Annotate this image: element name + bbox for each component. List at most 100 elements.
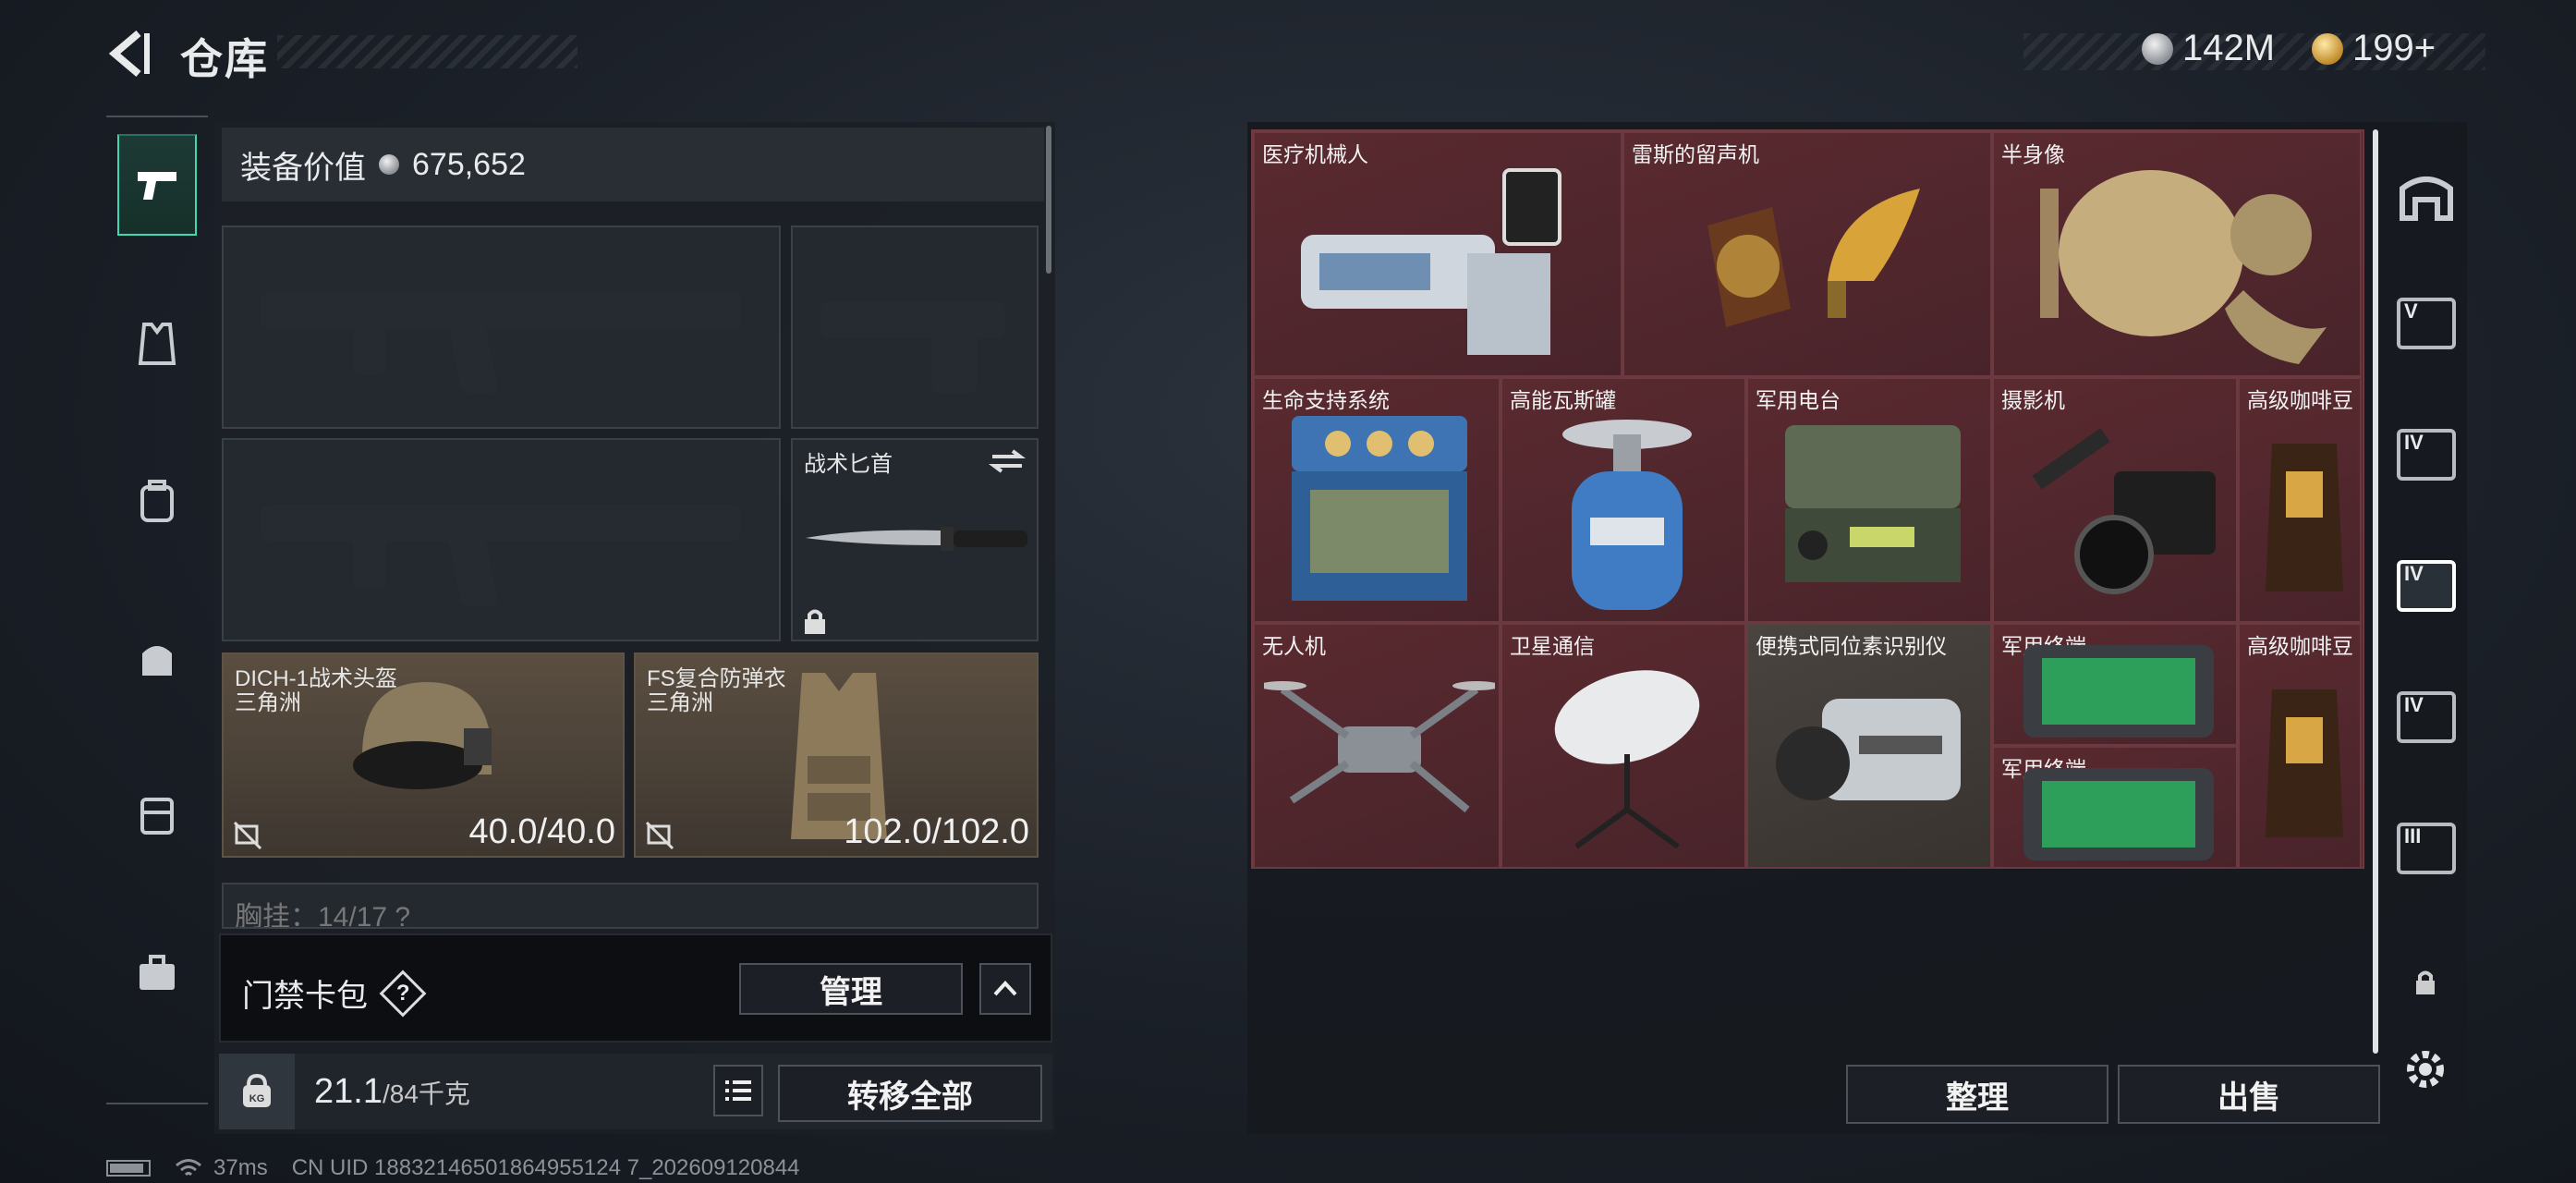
manage-button[interactable]: 管理 [739, 963, 963, 1015]
stash-scrollbar[interactable] [2373, 129, 2378, 1054]
sort-button[interactable]: 整理 [1846, 1065, 2108, 1124]
warehouse-icon [2400, 177, 2453, 221]
helmet-faction: 三角洲 [235, 690, 301, 715]
back-button[interactable] [102, 26, 157, 81]
stash-tab-iv-1[interactable]: IV [2397, 429, 2456, 481]
gold-currency[interactable]: 199+ [2312, 28, 2436, 69]
sidebar-item-container[interactable] [117, 764, 197, 866]
sell-button[interactable]: 出售 [2118, 1065, 2380, 1124]
terminal-image [2023, 645, 2214, 738]
drone-image [1264, 681, 1495, 813]
briefcase-icon [140, 955, 175, 990]
silver-coin-icon [2142, 32, 2173, 65]
stash-tab-v[interactable]: V [2397, 298, 2456, 349]
ping-text: 37ms [213, 1155, 268, 1180]
equipment-value-bar: 装备价值 675,652 [222, 128, 1044, 201]
item-gas-canister[interactable]: 高能瓦斯罐 [1501, 377, 1746, 623]
item-isotope-identifier[interactable]: 便携式同位素识别仪 [1746, 623, 1992, 869]
coffee-bag-image [2266, 689, 2343, 837]
settings-gear-icon[interactable] [2400, 1044, 2450, 1094]
video-camera-image [2032, 428, 2216, 594]
transfer-all-button[interactable]: 转移全部 [778, 1065, 1042, 1122]
item-label: 雷斯的留声机 [1632, 142, 1759, 166]
gramophone-image [1707, 189, 1920, 327]
access-card-label-group: 门禁卡包 ? [242, 970, 427, 1017]
primary-weapon-slot[interactable] [222, 226, 781, 429]
item-label: 高级咖啡豆 [2247, 388, 2353, 412]
chest-rig-label: 胸挂：14/17 ? [235, 902, 411, 929]
tier-label: V [2404, 299, 2418, 323]
pistol-icon [138, 172, 176, 200]
kg-text: KG [249, 1093, 265, 1104]
gold-amount: 199+ [2352, 28, 2436, 68]
silver-amount: 142M [2182, 28, 2276, 68]
list-view-button[interactable] [713, 1065, 763, 1116]
swap-icon[interactable] [989, 447, 1026, 475]
stash-tab-iv-2[interactable]: IV [2397, 560, 2456, 612]
bust-image [2040, 170, 2327, 364]
vest-icon [138, 323, 176, 365]
sort-button-label: 整理 [1946, 1079, 2009, 1116]
expand-button[interactable] [979, 963, 1031, 1015]
knife-image [806, 527, 1027, 551]
secondary-weapon-slot[interactable] [222, 438, 781, 641]
item-military-terminal[interactable]: 军用终端 [1992, 623, 2238, 746]
sidebar-item-backpack[interactable] [117, 450, 197, 552]
sidebar-item-weapon[interactable] [117, 134, 197, 236]
item-label: 便携式同位素识别仪 [1756, 634, 1947, 658]
item-label: 卫星通信 [1510, 634, 1595, 658]
gas-canister-image [1562, 420, 1692, 610]
item-gramophone[interactable]: 雷斯的留声机 [1622, 131, 1992, 377]
isotope-identifier-image [1776, 699, 1961, 800]
tier-label: III [2404, 824, 2422, 848]
sell-button-label: 出售 [2218, 1079, 2280, 1116]
weight-readout: 21.1/84千克 [314, 1072, 470, 1112]
equipment-value-label: 装备价值 [240, 150, 366, 186]
item-coffee-beans[interactable]: 高级咖啡豆 [2238, 377, 2362, 623]
item-coffee-beans-2[interactable]: 高级咖啡豆 [2238, 623, 2362, 869]
lock-icon [805, 609, 825, 634]
wifi-icon [176, 1159, 201, 1177]
kettlebell-icon: KG [243, 1073, 271, 1107]
loadout-scrollbar[interactable] [1046, 126, 1051, 274]
sidebar-item-case[interactable] [117, 921, 197, 1023]
item-label: 军用电台 [1756, 388, 1841, 412]
access-card-label: 门禁卡包 [242, 979, 368, 1014]
back-arrow-icon [108, 30, 150, 78]
sidebar-item-vest[interactable] [117, 293, 197, 395]
stash-tab-iii[interactable]: III [2397, 823, 2456, 874]
backpack-icon [140, 480, 174, 522]
item-life-support[interactable]: 生命支持系统 [1253, 377, 1501, 623]
military-radio-image [1785, 425, 1961, 582]
tier-label: IV [2404, 562, 2424, 585]
armor-faction: 三角洲 [647, 690, 713, 715]
item-satellite-comm[interactable]: 卫星通信 [1501, 623, 1746, 869]
stash-tab-main[interactable] [2397, 166, 2456, 222]
item-military-terminal-2[interactable]: 军用终端 [1992, 746, 2238, 869]
uid-text: CN UID 18832146501864955124 7_2026091208… [291, 1155, 800, 1180]
tier-label: IV [2404, 431, 2424, 454]
helmet-slot[interactable]: DICH-1战术头盔 三角洲 40.0/40.0 [222, 652, 625, 858]
transfer-all-label: 转移全部 [847, 1079, 973, 1115]
help-icon[interactable]: ? [379, 970, 427, 1017]
no-sell-icon [645, 821, 674, 850]
life-support-image [1292, 416, 1467, 601]
item-camera[interactable]: 摄影机 [1992, 377, 2238, 623]
sidebar-item-pouch[interactable] [117, 607, 197, 709]
stash-tab-iv-3[interactable]: IV [2397, 691, 2456, 743]
chest-rig-slot[interactable]: 胸挂：14/17 ? [222, 883, 1039, 929]
page-title: 仓库 [180, 35, 269, 83]
helmet-durability: 40.0/40.0 [468, 812, 615, 851]
knife-slot[interactable]: 战术匕首 [791, 438, 1039, 641]
item-military-radio[interactable]: 军用电台 [1746, 377, 1992, 623]
weight-icon-box: KG [219, 1054, 295, 1129]
silver-currency[interactable]: 142M [2142, 28, 2275, 69]
no-sell-icon [233, 821, 262, 850]
medical-robot-image [1301, 168, 1561, 355]
item-drone[interactable]: 无人机 [1253, 623, 1501, 869]
armor-slot[interactable]: FS复合防弹衣 三角洲 102.0/102.0 [634, 652, 1039, 858]
item-bust[interactable]: 半身像 [1992, 131, 2362, 377]
pistol-slot[interactable] [791, 226, 1039, 429]
stash-grid: 医疗机械人 雷斯的留声机 半身像 生命支持系统 高能瓦斯罐 军用电台 摄影机 高… [1251, 129, 2364, 869]
item-medical-robot[interactable]: 医疗机械人 [1253, 131, 1622, 377]
